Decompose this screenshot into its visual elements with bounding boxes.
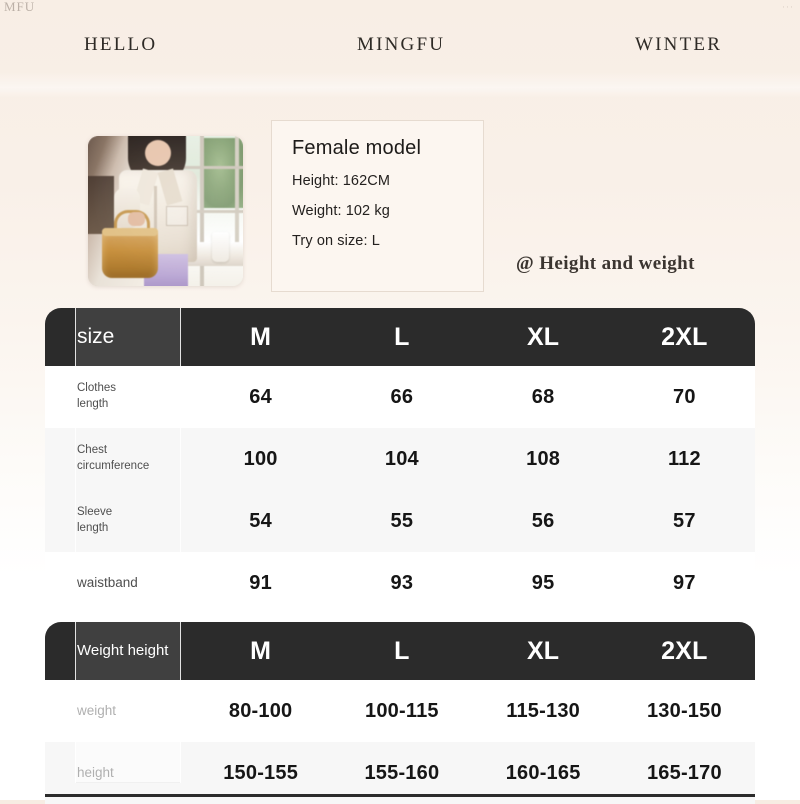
row-label-height: height xyxy=(45,764,190,782)
cell-height-m: 150-155 xyxy=(223,761,299,784)
weight-height-header-size-l: L xyxy=(394,636,410,665)
row-label-weight: weight xyxy=(45,702,190,720)
row-label-line: Sleeve xyxy=(77,506,113,519)
weight-height-table: Weight height M L XL 2XL weight 80-100 1… xyxy=(45,622,755,804)
bottom-rule xyxy=(45,794,755,797)
photo-soft-overlay xyxy=(88,136,243,286)
cell-sleeve-l: 55 xyxy=(390,509,414,532)
row-label-waistband: waistband xyxy=(45,574,190,592)
model-height-value: Height: 162CM xyxy=(292,173,391,189)
brand-word-hello: HELLO xyxy=(84,34,158,55)
cell-clothes-length-m: 64 xyxy=(249,385,272,408)
row-label-line: length xyxy=(77,398,109,410)
weight-height-header-row: Weight height M L XL 2XL xyxy=(45,622,755,680)
crop-artifact-top-right: ··· xyxy=(782,2,794,12)
table-row: waistband 91 93 95 97 xyxy=(45,552,755,614)
size-chart-page: MFU ··· HELLO MINGFU WINTER Female model… xyxy=(0,0,800,804)
model-photo xyxy=(88,136,243,286)
row-label-line: circumference xyxy=(77,460,150,472)
cell-chest-2xl: 112 xyxy=(667,447,701,470)
cell-weight-2xl: 130-150 xyxy=(646,699,722,722)
weight-height-header-label: Weight height xyxy=(77,641,169,659)
crop-artifact-top-left: MFU xyxy=(4,0,36,14)
cell-sleeve-2xl: 57 xyxy=(673,509,696,532)
height-weight-annotation: @ Height and weight xyxy=(516,253,695,274)
brand-header: HELLO MINGFU WINTER xyxy=(0,34,800,64)
row-label-line: height xyxy=(77,764,114,780)
row-label-line: waistband xyxy=(77,574,138,590)
table-row: Chest circumference 100 104 108 112 xyxy=(45,428,755,490)
model-tryon-size: Try on size: L xyxy=(292,233,380,249)
weight-height-header-size-xl: XL xyxy=(526,636,560,665)
cell-waistband-l: 93 xyxy=(390,571,414,594)
cell-clothes-length-l: 66 xyxy=(390,385,414,408)
cell-chest-l: 104 xyxy=(384,447,419,470)
row-label-clothes-length: Clothes length xyxy=(45,381,190,412)
measurement-header-size-m: M xyxy=(250,322,272,351)
cell-sleeve-xl: 56 xyxy=(531,509,555,532)
size-tables-container: size M L XL 2XL Clothes length 64 66 68 … xyxy=(0,308,800,804)
model-card-title: Female model xyxy=(292,137,422,159)
measurement-header-size-l: L xyxy=(394,322,410,351)
measurement-header-size-xl: XL xyxy=(526,322,560,351)
measurement-header-label: size xyxy=(77,324,115,348)
cell-chest-xl: 108 xyxy=(526,447,561,470)
row-label-line: weight xyxy=(77,702,117,718)
table-gap xyxy=(0,614,800,622)
cell-height-2xl: 165-170 xyxy=(646,761,722,784)
weight-height-header-size-m: M xyxy=(250,636,272,665)
cell-clothes-length-xl: 68 xyxy=(531,385,555,408)
measurement-table: size M L XL 2XL Clothes length 64 66 68 … xyxy=(45,308,755,614)
cell-chest-m: 100 xyxy=(243,447,278,470)
model-weight-value: Weight: 102 kg xyxy=(292,203,390,219)
row-label-sleeve-length: Sleeve length xyxy=(45,505,190,536)
table-row: weight 80-100 100-115 115-130 130-150 xyxy=(45,680,755,742)
cell-sleeve-m: 54 xyxy=(249,509,272,532)
table-row: Sleeve length 54 55 56 57 xyxy=(45,490,755,552)
table-row: Clothes length 64 66 68 70 xyxy=(45,366,755,428)
weight-height-header-size-2xl: 2XL xyxy=(661,636,708,665)
header-divider-band xyxy=(0,72,800,98)
cell-height-l: 155-160 xyxy=(364,761,440,784)
measurement-table-header-row: size M L XL 2XL xyxy=(45,308,755,366)
measurement-header-size-2xl: 2XL xyxy=(661,322,708,351)
cell-weight-xl: 115-130 xyxy=(506,699,580,722)
cell-waistband-2xl: 97 xyxy=(673,571,696,594)
brand-word-winter: WINTER xyxy=(635,34,723,55)
brand-word-mingfu: MINGFU xyxy=(357,34,446,55)
row-label-line: length xyxy=(77,522,109,534)
row-label-chest-circumference: Chest circumference xyxy=(45,443,190,474)
cell-weight-m: 80-100 xyxy=(228,699,293,722)
cell-clothes-length-2xl: 70 xyxy=(673,385,696,408)
cell-weight-l: 100-115 xyxy=(365,699,439,722)
cell-height-xl: 160-165 xyxy=(505,761,581,784)
row-label-line: Clothes xyxy=(77,382,116,395)
cell-waistband-m: 91 xyxy=(249,571,272,594)
cell-waistband-xl: 95 xyxy=(531,571,555,594)
model-info-card: Female model Height: 162CM Weight: 102 k… xyxy=(271,120,484,292)
row-label-line: Chest xyxy=(77,444,108,457)
